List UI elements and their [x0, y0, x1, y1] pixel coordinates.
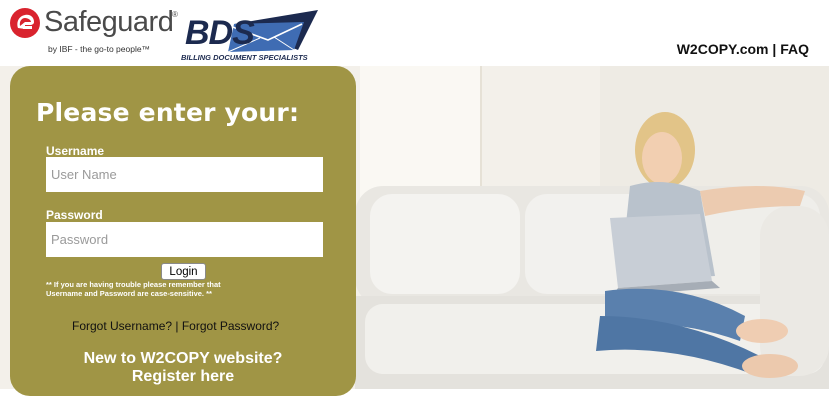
note-line-1: ** If you are having trouble please reme…	[46, 280, 221, 289]
login-title: Please enter your:	[36, 98, 300, 127]
bds-logo-subtitle: BILLING DOCUMENT SPECIALISTS	[181, 53, 308, 62]
password-input[interactable]	[46, 222, 323, 257]
forgot-separator: |	[172, 319, 182, 333]
bds-logo-text: BDS	[185, 14, 255, 52]
top-nav-separator: |	[768, 41, 781, 57]
new-to-w2copy-text[interactable]: New to W2COPY website?	[10, 350, 356, 368]
forgot-links: Forgot Username? | Forgot Password?	[72, 319, 279, 333]
login-button[interactable]: Login	[161, 263, 206, 280]
w2copy-link[interactable]: W2COPY.com	[677, 41, 769, 57]
top-nav-links: W2COPY.com | FAQ	[677, 41, 809, 57]
note-line-2: Username and Password are case-sensitive…	[46, 289, 212, 298]
login-panel: Please enter your: Username Password Log…	[10, 66, 356, 396]
safeguard-logo-text: Safeguard	[44, 6, 174, 38]
register-here-link[interactable]: Register here	[10, 368, 356, 386]
site-header: Safeguard ® by IBF - the go-to people™ B…	[0, 0, 829, 66]
safeguard-tagline: by IBF - the go-to people™	[48, 44, 151, 54]
faq-link[interactable]: FAQ	[780, 41, 809, 57]
password-label: Password	[46, 208, 103, 222]
username-input[interactable]	[46, 157, 323, 192]
case-sensitive-note: ** If you are having trouble please reme…	[46, 280, 306, 298]
safeguard-helmet-icon	[10, 8, 40, 38]
username-label: Username	[46, 144, 105, 158]
forgot-password-link[interactable]: Forgot Password?	[182, 319, 279, 333]
register-prompt: New to W2COPY website? Register here	[10, 350, 356, 386]
forgot-username-link[interactable]: Forgot Username?	[72, 319, 172, 333]
